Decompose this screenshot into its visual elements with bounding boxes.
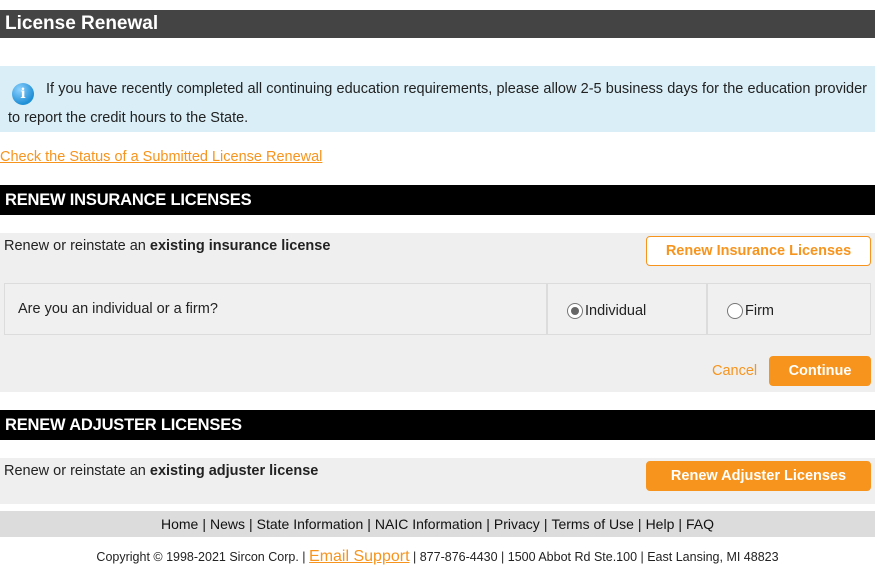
- radio-individual[interactable]: [567, 303, 583, 319]
- adjuster-panel: Renew or reinstate an existing adjuster …: [0, 458, 875, 504]
- copyright-suffix: | 877-876-4430 | 1500 Abbot Rd Ste.100 |…: [413, 550, 779, 564]
- check-status-link[interactable]: Check the Status of a Submitted License …: [0, 149, 322, 165]
- section-header-insurance: RENEW INSURANCE LICENSES: [0, 185, 875, 215]
- footer-link-privacy[interactable]: Privacy: [494, 516, 540, 532]
- option-individual[interactable]: Individual: [548, 284, 708, 334]
- footer-link-state-information[interactable]: State Information: [257, 516, 364, 532]
- renew-insurance-button[interactable]: Renew Insurance Licenses: [646, 236, 871, 266]
- adjuster-desc-prefix: Renew or reinstate an: [4, 463, 150, 479]
- footer-nav: Home | News | State Information | NAIC Informa…: [0, 511, 875, 537]
- info-text: If you have recently completed all conti…: [8, 81, 867, 126]
- footer-link-terms[interactable]: Terms of Use: [551, 516, 633, 532]
- continue-button[interactable]: Continue: [769, 356, 871, 386]
- footer-link-news[interactable]: News: [210, 516, 245, 532]
- info-icon: i: [12, 83, 34, 105]
- adjuster-desc-bold: existing adjuster license: [149, 463, 319, 479]
- insurance-panel: Renew or reinstate an existing insurance…: [0, 233, 875, 392]
- footer-link-help[interactable]: Help: [646, 516, 675, 532]
- option-firm[interactable]: Firm: [708, 284, 870, 334]
- insurance-desc-prefix: Renew or reinstate an: [4, 238, 150, 254]
- page-title: License Renewal: [0, 10, 875, 38]
- info-notice: i If you have recently completed all cont…: [0, 66, 875, 132]
- renew-adjuster-button[interactable]: Renew Adjuster Licenses: [646, 461, 871, 491]
- footer-link-faq[interactable]: FAQ: [686, 516, 714, 532]
- insurance-description: Renew or reinstate an existing insurance…: [4, 238, 330, 254]
- radio-firm[interactable]: [727, 303, 743, 319]
- option-firm-label: Firm: [745, 303, 774, 319]
- footer-link-home[interactable]: Home: [161, 516, 198, 532]
- copyright-prefix: Copyright © 1998-2021 Sircon Corp. |: [96, 550, 306, 564]
- insurance-desc-bold: existing insurance license: [149, 238, 331, 254]
- option-individual-label: Individual: [585, 303, 647, 319]
- section-header-adjuster: RENEW ADJUSTER LICENSES: [0, 410, 875, 440]
- adjuster-description: Renew or reinstate an existing adjuster …: [4, 463, 318, 479]
- question-label: Are you an individual or a firm?: [5, 284, 548, 334]
- email-support-link[interactable]: Email Support: [309, 548, 410, 565]
- copyright: Copyright © 1998-2021 Sircon Corp. | Ema…: [0, 548, 875, 566]
- entity-type-question: Are you an individual or a firm? Individ…: [4, 283, 871, 335]
- cancel-link[interactable]: Cancel: [712, 363, 757, 379]
- footer-link-naic-information[interactable]: NAIC Information: [375, 516, 482, 532]
